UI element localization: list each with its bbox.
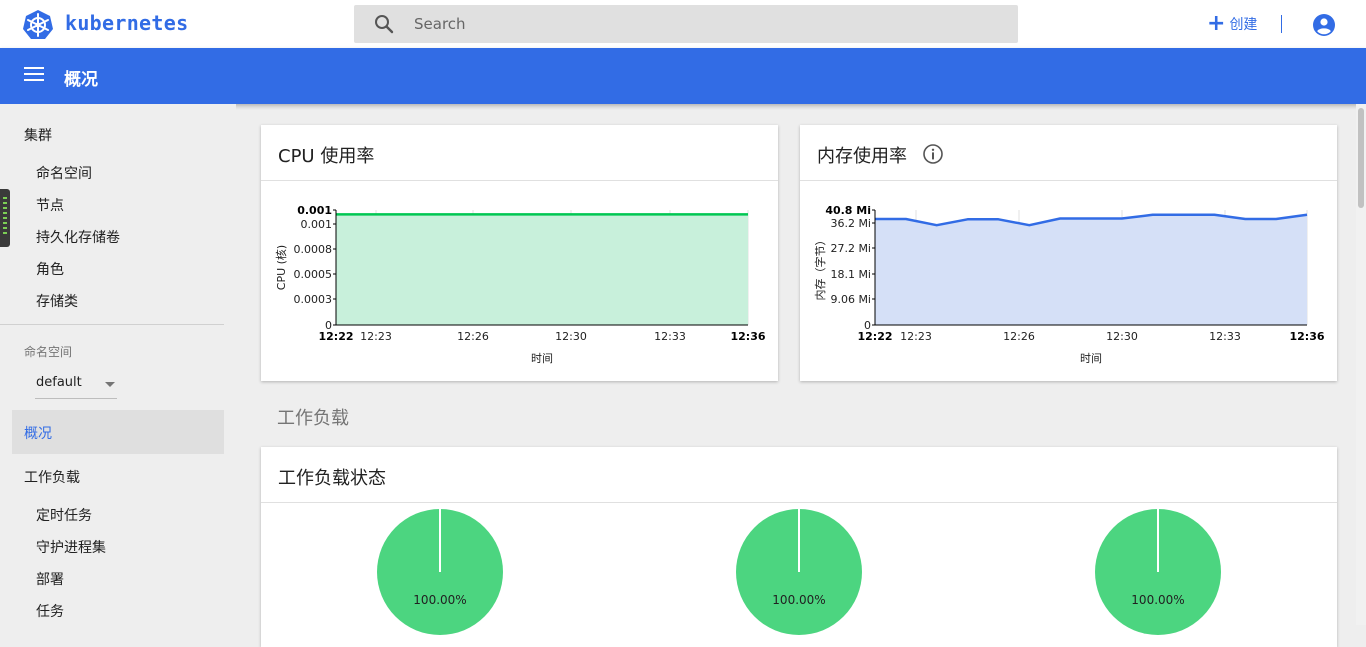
cpu-card-title: CPU 使用率 xyxy=(278,146,375,167)
pie-percentage-label: 100.00% xyxy=(772,593,825,607)
search-bar[interactable] xyxy=(354,5,1018,43)
divider xyxy=(1281,15,1282,33)
search-icon xyxy=(375,15,394,34)
title-bar: 概况 xyxy=(0,48,1366,104)
mem-chart-x-tick-label: 12:23 xyxy=(900,330,932,343)
mem-chart-x-tick-label: 12:33 xyxy=(1209,330,1241,343)
sidebar-item-namespaces[interactable]: 命名空间 xyxy=(36,163,92,183)
sidebar-item-label: 概况 xyxy=(24,426,52,442)
sidebar: 集群 命名空间 节点 持久化存储卷 角色 存储类 命名空间 default 概况… xyxy=(0,104,236,625)
mem-chart-y-axis-label: 内存（字节） xyxy=(813,235,827,301)
mem-chart-x-tick-label: 12:26 xyxy=(1003,330,1035,343)
top-bar: kubernetes + 创建 xyxy=(0,0,1366,48)
cpu-chart-y-tick-label: 0.001 xyxy=(301,218,333,231)
sidebar-item-storage-classes[interactable]: 存储类 xyxy=(36,291,78,311)
cpu-chart-y-tick-label: 0.001 xyxy=(297,204,332,217)
namespace-caption: 命名空间 xyxy=(24,345,73,359)
mem-chart-x-tick-label: 12:30 xyxy=(1106,330,1138,343)
cpu-chart-x-tick-label: 12:23 xyxy=(360,330,392,343)
namespace-select[interactable]: default xyxy=(35,370,117,399)
mem-chart-x-tick-label: 12:22 xyxy=(857,330,892,343)
sidebar-heading-workloads[interactable]: 工作负载 xyxy=(24,467,80,487)
cpu-chart-y-tick-label: 0.0005 xyxy=(294,268,333,281)
mem-chart-y-tick-label: 9.06 Mi xyxy=(830,293,871,306)
cpu-chart-x-tick-label: 12:30 xyxy=(555,330,587,343)
mem-chart-y-tick-label: 40.8 Mi xyxy=(825,204,871,217)
workload-status-pies: 100.00% 100.00% 100.00% xyxy=(377,509,1221,635)
cpu-chart-x-tick-label: 12:22 xyxy=(318,330,353,343)
sidebar-item-daemonsets[interactable]: 守护进程集 xyxy=(36,537,106,557)
cpu-chart-x-tick-label: 12:33 xyxy=(654,330,686,343)
section-title-workloads: 工作负载 xyxy=(277,408,349,429)
cpu-chart-x-axis-label: 时间 xyxy=(531,352,553,365)
mem-chart-y-tick-label: 27.2 Mi xyxy=(830,242,871,255)
cpu-chart-y-tick-label: 0.0008 xyxy=(294,243,333,256)
brand-name[interactable]: kubernetes xyxy=(65,11,188,35)
kubernetes-logo-icon[interactable] xyxy=(22,9,54,41)
plus-icon: + xyxy=(1207,11,1226,36)
workload-status-title: 工作负载状态 xyxy=(278,468,386,489)
memory-card-title: 内存使用率 xyxy=(817,146,907,167)
memory-usage-chart: 09.06 Mi18.1 Mi27.2 Mi36.2 Mi40.8 Mi12:2… xyxy=(813,204,1325,365)
sidebar-divider xyxy=(0,324,224,325)
mem-chart-area xyxy=(875,214,1307,325)
sidebar-item-overview[interactable]: 概况 xyxy=(12,410,224,454)
search-input[interactable] xyxy=(414,5,1004,43)
cpu-usage-card: CPU 使用率 0 0.0003 0.0005 0.0008 0.001 0.001 12:… xyxy=(261,125,778,381)
create-label: 创建 xyxy=(1229,17,1258,33)
namespace-value: default xyxy=(36,375,82,390)
cpu-chart-x-tick-label: 12:36 xyxy=(730,330,765,343)
workload-status-card: 工作负载状态 100.00% 100.00% 100.00% xyxy=(261,447,1337,647)
create-button[interactable]: + 创建 xyxy=(1207,13,1257,35)
account-icon[interactable] xyxy=(1312,13,1336,37)
dropdown-caret-icon xyxy=(105,382,115,387)
pie-percentage-label: 100.00% xyxy=(1131,593,1184,607)
sidebar-item-deployments[interactable]: 部署 xyxy=(36,569,64,589)
mem-chart-x-tick-label: 12:36 xyxy=(1289,330,1324,343)
scrollbar[interactable] xyxy=(1356,104,1366,625)
sidebar-item-jobs[interactable]: 任务 xyxy=(36,601,64,621)
sidebar-item-roles[interactable]: 角色 xyxy=(36,259,64,279)
menu-icon[interactable] xyxy=(24,67,44,85)
mem-chart-x-axis-label: 时间 xyxy=(1080,352,1102,365)
pie-percentage-label: 100.00% xyxy=(413,593,466,607)
sidebar-item-cronjobs[interactable]: 定时任务 xyxy=(36,505,92,525)
mem-chart-y-tick-label: 36.2 Mi xyxy=(830,217,871,230)
scrollbar-thumb[interactable] xyxy=(1358,108,1364,208)
info-icon[interactable] xyxy=(922,143,944,165)
cpu-chart-x-tick-label: 12:26 xyxy=(457,330,489,343)
cpu-chart-area xyxy=(336,214,748,325)
sidebar-item-nodes[interactable]: 节点 xyxy=(36,195,64,215)
memory-usage-card: 内存使用率 0 9.06 Mi 18.1 Mi 27.2 Mi 36.2 Mi 40.8 … xyxy=(800,125,1337,381)
cpu-chart-y-tick-label: 0.0003 xyxy=(294,293,333,306)
cpu-chart-y-axis-label: CPU (核) xyxy=(274,245,288,290)
mem-chart-y-tick-label: 18.1 Mi xyxy=(830,268,871,281)
page-title: 概况 xyxy=(64,70,98,90)
sidebar-heading-cluster[interactable]: 集群 xyxy=(24,125,52,145)
sidebar-item-persistent-volumes[interactable]: 持久化存储卷 xyxy=(36,227,120,247)
drag-handle[interactable] xyxy=(0,189,10,247)
cpu-usage-chart: 00.00030.00050.00080.0010.00112:22 12:23 1… xyxy=(274,204,766,365)
